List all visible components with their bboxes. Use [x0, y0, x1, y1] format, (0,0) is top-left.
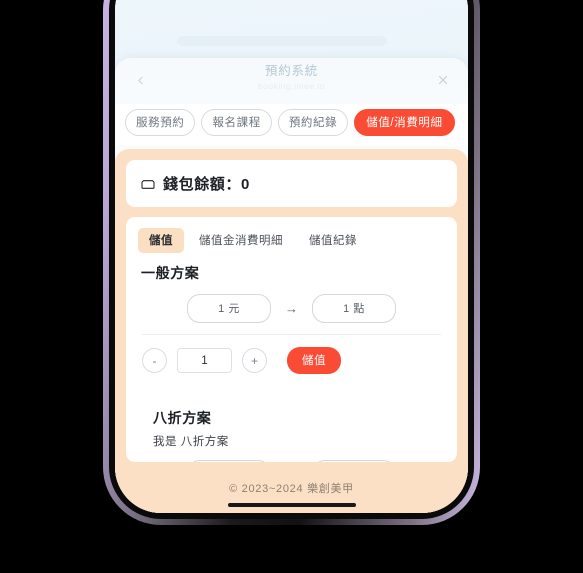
plan-description: 我是 八折方案	[153, 436, 229, 448]
browser-title-group: 預約系統 booking.linee.io	[115, 64, 468, 92]
inapp-browser-sheet: 預約系統 booking.linee.io 服務預約 報名課程 預約紀錄 儲值/…	[115, 58, 468, 513]
content-panel: 錢包餘額：0 儲值 儲值金消費明細 儲值紀錄 一般方案 1 元 → 1 點 - …	[115, 149, 468, 513]
nav-pill-course-signup[interactable]: 報名課程	[201, 109, 272, 136]
tab-topup-spending-detail[interactable]: 儲值金消費明細	[188, 228, 294, 253]
browser-header: 預約系統 booking.linee.io	[115, 58, 468, 104]
page-subtitle-url: booking.linee.io	[257, 81, 326, 91]
wallet-balance-text: 錢包餘額：0	[163, 176, 250, 193]
quantity-decrement-button[interactable]: -	[142, 348, 167, 373]
wallet-balance-card: 錢包餘額：0	[126, 160, 457, 207]
tab-topup-history[interactable]: 儲值紀錄	[298, 228, 368, 253]
phone-device: booking 預約系統 booking.linee.io	[103, 0, 480, 525]
plan-cost-pill: 800 元	[187, 460, 271, 462]
plan-discount-card: 八折方案 我是 八折方案 800 元 → 1000 點	[138, 396, 445, 462]
plan-conversion-row: 1 元 → 1 點	[138, 294, 445, 323]
plan-reward-pill: 1 點	[312, 294, 396, 323]
phone-screen: booking 預約系統 booking.linee.io	[115, 0, 468, 513]
inner-tab-bar: 儲值 儲值金消費明細 儲值紀錄	[138, 228, 445, 253]
home-indicator[interactable]	[227, 503, 356, 507]
arrow-right-icon: →	[285, 301, 298, 316]
plan-general: 一般方案 1 元 → 1 點 - + 儲值	[138, 253, 445, 387]
plan-conversion-row: 800 元 → 1000 點	[150, 460, 433, 462]
plan-cost-pill: 1 元	[187, 294, 271, 323]
nav-pill-topup-spending-detail[interactable]: 儲值/消費明細	[354, 109, 455, 136]
quantity-increment-button[interactable]: +	[242, 348, 267, 373]
nav-pill-booking-history[interactable]: 預約紀錄	[277, 109, 349, 136]
plan-title: 一般方案	[141, 265, 200, 281]
topup-main-card: 儲值 儲值金消費明細 儲值紀錄 一般方案 1 元 → 1 點 - 1 + 儲值 …	[126, 217, 457, 462]
quantity-stepper-row: - + 儲值	[138, 335, 445, 387]
wallet-icon	[141, 179, 155, 189]
quantity-input[interactable]	[177, 348, 232, 373]
close-icon[interactable]	[432, 69, 454, 91]
phone-bezel: booking 預約系統 booking.linee.io	[109, 0, 474, 519]
plan-reward-pill: 1000 點	[312, 460, 396, 462]
top-nav-pill-bar: 服務預約 報名課程 預約紀錄 儲值/消費明細	[115, 104, 468, 145]
copyright-text: © 2023~2024 樂創美甲	[229, 483, 354, 495]
panel-footer: © 2023~2024 樂創美甲	[115, 475, 468, 513]
topup-submit-button[interactable]: 儲值	[287, 347, 342, 374]
plan-title: 八折方案	[153, 410, 212, 426]
tab-topup[interactable]: 儲值	[138, 228, 184, 253]
wallpaper-ghost-bar	[177, 36, 387, 46]
nav-pill-service-booking[interactable]: 服務預約	[125, 109, 196, 136]
page-title: 預約系統	[264, 64, 319, 78]
